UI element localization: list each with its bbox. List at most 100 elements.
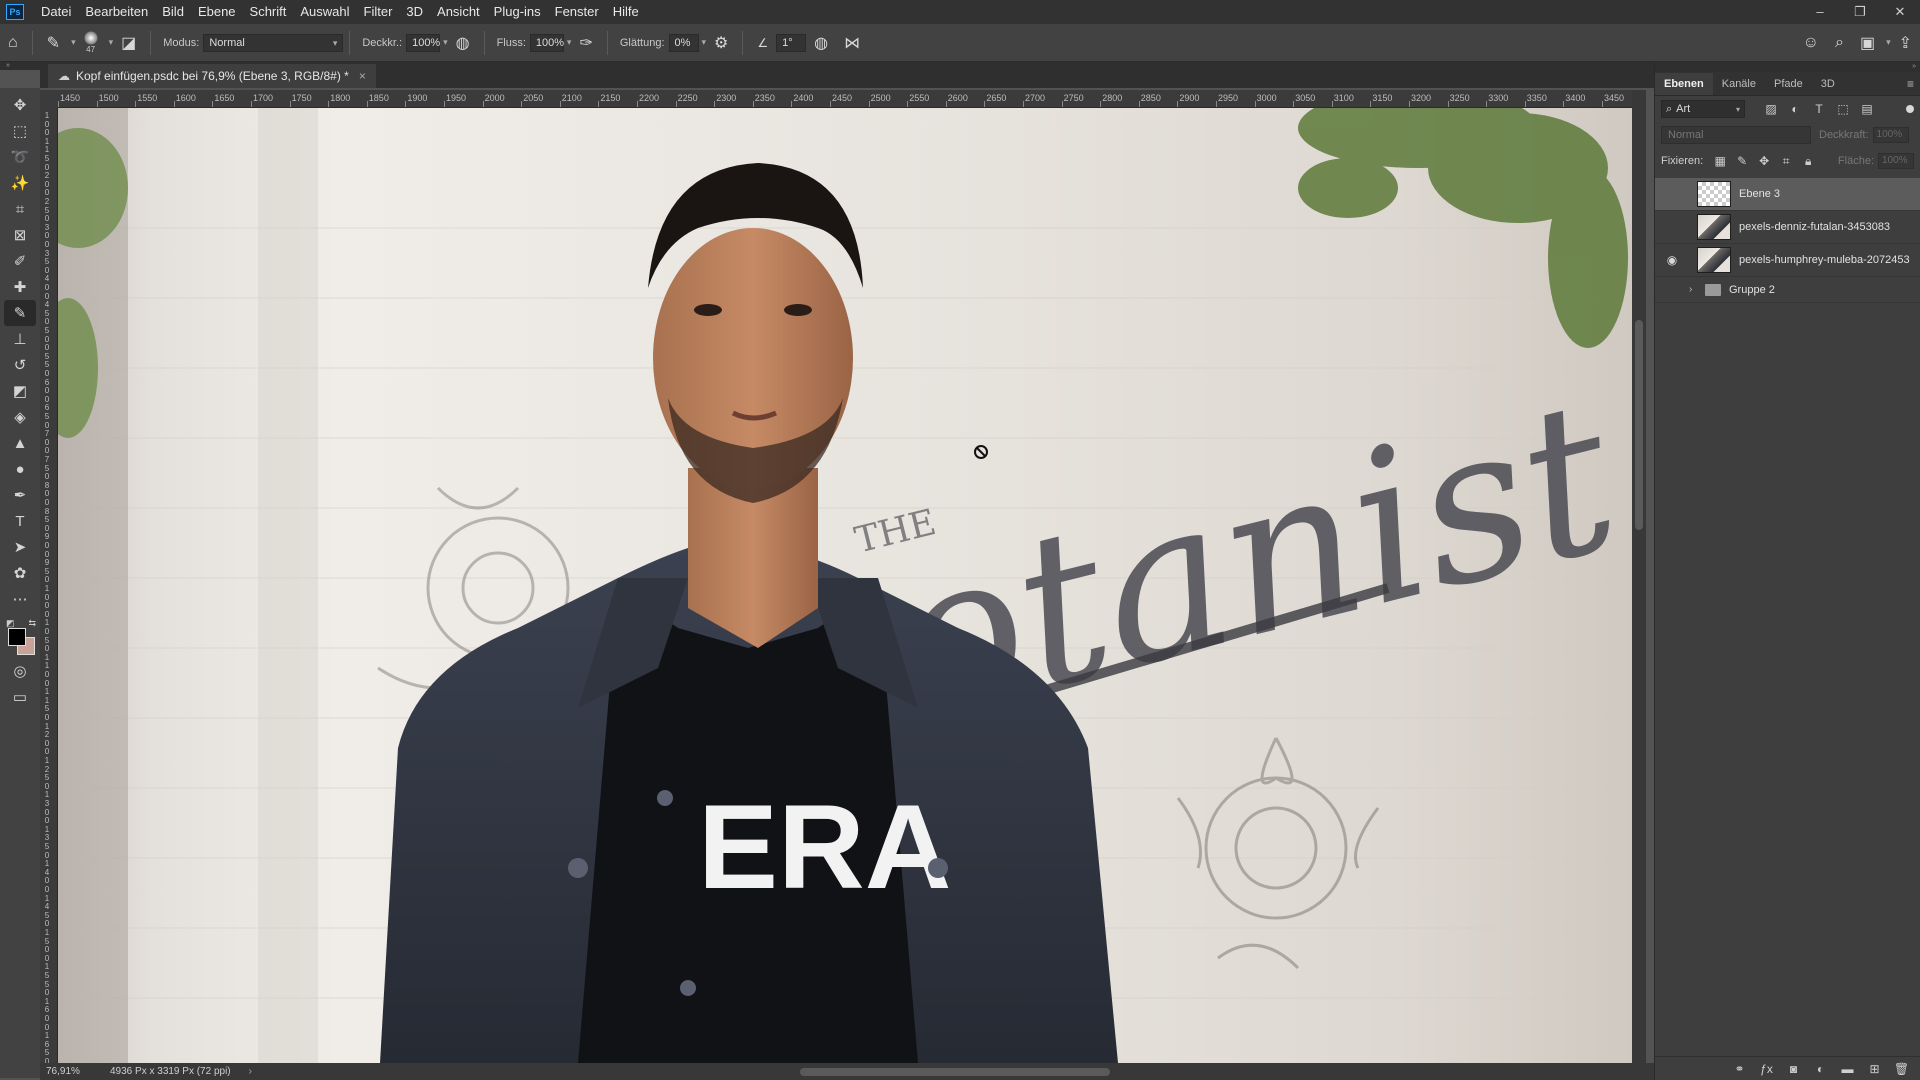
vertical-scroll-thumb[interactable]: [1635, 320, 1643, 530]
close-window-button[interactable]: ✕: [1880, 0, 1920, 24]
menu-plugins[interactable]: Plug-ins: [487, 0, 548, 24]
menu-auswahl[interactable]: Auswahl: [293, 0, 356, 24]
new-group-icon[interactable]: ▬: [1834, 1062, 1861, 1076]
symmetry-icon[interactable]: ⋈: [836, 33, 868, 53]
path-selection-tool-icon[interactable]: ➤: [4, 534, 36, 560]
move-tool-icon[interactable]: ✥: [4, 92, 36, 118]
filter-toggle[interactable]: [1906, 105, 1914, 113]
mode-select[interactable]: Normal ▾: [203, 33, 344, 52]
layer-row[interactable]: ◉ Ebene 3: [1655, 178, 1920, 211]
lock-artboard-icon[interactable]: ⌗: [1775, 154, 1797, 169]
share-icon[interactable]: ⇪: [1891, 33, 1920, 53]
type-tool-icon[interactable]: T: [4, 508, 36, 534]
menu-3d[interactable]: 3D: [399, 0, 430, 24]
menu-datei[interactable]: Datei: [34, 0, 78, 24]
airbrush-icon[interactable]: ✑: [571, 33, 600, 53]
blur-tool-icon[interactable]: ▲: [4, 430, 36, 456]
pen-tool-icon[interactable]: ✒: [4, 482, 36, 508]
share-user-icon[interactable]: ☺: [1795, 34, 1827, 52]
adjustment-filter-icon[interactable]: ◐: [1783, 102, 1807, 116]
crop-tool-icon[interactable]: ⌗: [4, 196, 36, 222]
brush-tool-icon[interactable]: ✎: [4, 300, 36, 326]
smart-object-filter-icon[interactable]: ▤: [1855, 102, 1879, 116]
foreground-color-swatch[interactable]: [8, 628, 26, 646]
screen-mode-icon[interactable]: ▭: [4, 684, 36, 710]
pressure-opacity-icon[interactable]: ◍: [448, 33, 478, 53]
menu-schrift[interactable]: Schrift: [243, 0, 294, 24]
tab-kanaele[interactable]: Kanäle: [1713, 73, 1765, 95]
trash-icon[interactable]: 🗑︎: [1888, 1062, 1915, 1076]
smoothing-input[interactable]: 0%: [668, 33, 699, 52]
search-icon[interactable]: ⌕: [1827, 34, 1852, 52]
visibility-toggle[interactable]: ◉: [1661, 283, 1683, 297]
gear-icon[interactable]: ⚙: [706, 33, 736, 53]
vertical-ruler[interactable]: 1001150200250300350400450500550600650700…: [40, 108, 58, 1063]
chevron-right-icon[interactable]: ›: [1689, 284, 1699, 295]
marquee-tool-icon[interactable]: ⬚: [4, 118, 36, 144]
healing-brush-tool-icon[interactable]: ✚: [4, 274, 36, 300]
restore-button[interactable]: ❐: [1840, 0, 1880, 24]
visibility-toggle[interactable]: ◉: [1661, 220, 1683, 234]
paint-bucket-tool-icon[interactable]: ◈: [4, 404, 36, 430]
minimize-button[interactable]: –: [1800, 0, 1840, 24]
new-layer-icon[interactable]: ⊞: [1861, 1062, 1888, 1076]
status-menu-icon[interactable]: ›: [231, 1066, 252, 1077]
adjustment-layer-icon[interactable]: ◐: [1807, 1062, 1834, 1076]
layer-group-row[interactable]: ◉ › Gruppe 2: [1655, 277, 1920, 303]
dodge-tool-icon[interactable]: ●: [4, 456, 36, 482]
horizontal-scroll-thumb[interactable]: [800, 1068, 1110, 1076]
lock-all-icon[interactable]: 🔒︎: [1797, 154, 1819, 169]
swap-colors-icon[interactable]: ⇆: [28, 618, 36, 629]
opacity-input[interactable]: 100%: [406, 33, 440, 52]
eraser-tool-icon[interactable]: ◩: [4, 378, 36, 404]
flow-input[interactable]: 100%: [529, 33, 564, 52]
lock-transparency-icon[interactable]: ▦: [1709, 154, 1731, 168]
add-mask-icon[interactable]: ◙: [1780, 1062, 1807, 1076]
menu-fenster[interactable]: Fenster: [548, 0, 606, 24]
lasso-tool-icon[interactable]: ➰: [4, 144, 36, 170]
angle-input[interactable]: 1°: [776, 33, 807, 52]
type-filter-icon[interactable]: T: [1807, 102, 1831, 116]
home-icon[interactable]: ⌂: [0, 34, 26, 52]
panel-menu-icon[interactable]: ≡: [1907, 73, 1920, 95]
close-tab-icon[interactable]: ×: [359, 69, 366, 83]
link-layers-icon[interactable]: ⚭: [1726, 1062, 1753, 1076]
pressure-size-icon[interactable]: ◍: [806, 33, 836, 53]
pixel-filter-icon[interactable]: ▨: [1759, 102, 1783, 116]
panel-collapse-icon[interactable]: »: [1655, 62, 1920, 72]
eyedropper-tool-icon[interactable]: ✐: [4, 248, 36, 274]
shape-tool-icon[interactable]: ✿: [4, 560, 36, 586]
layer-opacity-input[interactable]: 100%: [1872, 127, 1909, 143]
fill-input[interactable]: 100%: [1878, 153, 1914, 169]
toolbar-collapse-icon[interactable]: »: [0, 62, 40, 70]
zoom-level[interactable]: 76,91%: [40, 1066, 90, 1077]
menu-bearbeiten[interactable]: Bearbeiten: [78, 0, 155, 24]
tab-ebenen[interactable]: Ebenen: [1655, 73, 1713, 95]
frame-tool-icon[interactable]: ⊠: [4, 222, 36, 248]
tab-pfade[interactable]: Pfade: [1765, 73, 1812, 95]
eye-icon[interactable]: ◉: [1661, 253, 1683, 267]
document-canvas[interactable]: otanist THE ERA: [58, 108, 1632, 1063]
quick-mask-icon[interactable]: ◎: [4, 658, 36, 684]
lock-pixels-icon[interactable]: ✎: [1731, 154, 1753, 168]
shape-filter-icon[interactable]: ⬚: [1831, 102, 1855, 116]
menu-hilfe[interactable]: Hilfe: [606, 0, 646, 24]
fx-icon[interactable]: ƒx: [1753, 1062, 1780, 1076]
lock-position-icon[interactable]: ✥: [1753, 154, 1775, 168]
brush-preset-picker[interactable]: 47: [76, 31, 106, 54]
ruler-origin[interactable]: [40, 90, 58, 108]
menu-ansicht[interactable]: Ansicht: [430, 0, 487, 24]
magic-wand-tool-icon[interactable]: ✨: [4, 170, 36, 196]
layer-filter-select[interactable]: ⌕ Art ▾: [1661, 100, 1745, 118]
workspace-icon[interactable]: ▣: [1852, 33, 1883, 53]
menu-bild[interactable]: Bild: [155, 0, 191, 24]
history-brush-tool-icon[interactable]: ↺: [4, 352, 36, 378]
menu-filter[interactable]: Filter: [357, 0, 400, 24]
document-tab[interactable]: ☁ Kopf einfügen.psdc bei 76,9% (Ebene 3,…: [48, 64, 376, 88]
more-tools-icon[interactable]: ⋯: [4, 586, 36, 612]
blend-mode-select[interactable]: Normal: [1661, 126, 1811, 144]
layer-row[interactable]: ◉ pexels-humphrey-muleba-2072453: [1655, 244, 1920, 277]
brush-settings-icon[interactable]: ◪: [113, 33, 144, 53]
brush-tool-preset-icon[interactable]: ✎: [39, 33, 68, 53]
horizontal-ruler[interactable]: 1450 1500 1550 1600 1650 1700 1750 1800 1850 1900…: [58, 90, 1632, 108]
